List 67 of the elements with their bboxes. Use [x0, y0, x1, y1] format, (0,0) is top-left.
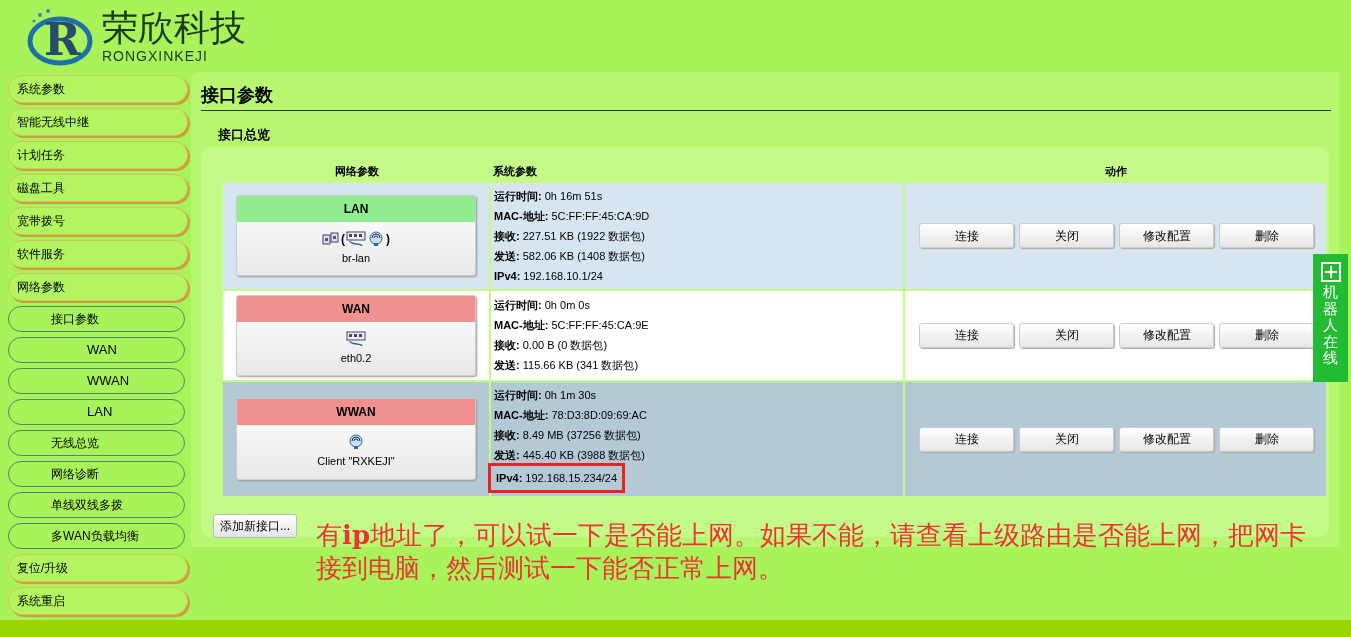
stat-line: MAC-地址: 78:D3:8D:09:69:AC — [494, 408, 647, 423]
stat-line: MAC-地址: 5C:FF:FF:45:CA:9E — [494, 318, 649, 334]
action-button[interactable]: 关闭 — [1019, 322, 1114, 348]
action-button[interactable]: 关闭 — [1019, 426, 1114, 452]
sidebar-item[interactable]: 网络参数 — [8, 273, 188, 301]
action-button[interactable]: 关闭 — [1019, 223, 1114, 248]
annotation-text: 有ip地址了，可以试一下是否能上网。如果不能，请查看上级路由是否能上网，把网卡接到电脑，然后测试一下能否正常上网。 — [316, 518, 1308, 585]
sidebar-item[interactable]: WWAN — [8, 368, 185, 394]
sidebar-item[interactable]: 软件服务 — [8, 240, 188, 268]
stat-line: 运行时间: 0h 0m 0s — [494, 298, 590, 314]
sidebar-item[interactable]: 磁盘工具 — [8, 174, 188, 202]
sidebar-item[interactable]: 宽带拨号 — [8, 207, 188, 235]
sidebar-item[interactable]: 系统重启 — [8, 587, 188, 615]
action-button[interactable]: 连接 — [919, 223, 1014, 248]
device-name: br-lan — [341, 251, 371, 264]
plus-box-icon — [1320, 262, 1341, 282]
logo-letter: R — [44, 14, 81, 65]
interface-name: LAN — [237, 195, 475, 222]
sidebar-item[interactable]: 无线总览 — [8, 430, 185, 456]
column-header: 系统参数 — [493, 165, 537, 178]
device-name: eth0.2 — [340, 351, 372, 364]
sidebar-item[interactable]: 网络诊断 — [8, 461, 185, 487]
stat-line: 发送: 115.66 KB (341 数据包) — [494, 358, 639, 374]
sidebar-item[interactable]: 多WAN负载均衡 — [8, 523, 185, 549]
page-title: 接口参数 — [201, 82, 1331, 111]
stat-line: 运行时间: 0h 16m 51s — [494, 188, 603, 204]
section-title: 接口总览 — [218, 126, 271, 144]
action-button[interactable]: 修改配置 — [1119, 223, 1214, 248]
bracket: ( — [341, 230, 345, 248]
sidebar-item[interactable]: 复位/升级 — [8, 554, 188, 582]
stat-line: 接收: 0.00 B (0 数据包) — [494, 338, 608, 354]
stat-line: 接收: 227.51 KB (1922 数据包) — [494, 228, 645, 244]
stat-line: 发送: 445.40 KB (3988 数据包) — [494, 448, 645, 463]
sidebar-item[interactable]: 系统参数 — [8, 75, 188, 103]
action-button[interactable]: 连接 — [919, 426, 1014, 452]
bracket: ) — [386, 230, 390, 248]
wireless-icon — [347, 434, 365, 451]
sidebar-item[interactable]: 接口参数 — [8, 306, 185, 332]
action-button[interactable]: 删除 — [1219, 322, 1314, 348]
stat-line: 运行时间: 0h 1m 30s — [494, 388, 597, 403]
logo-name: 荣欣科技 — [102, 8, 246, 48]
sidebar-item[interactable]: 智能无线中继 — [8, 108, 188, 136]
column-header: 动作 — [1104, 165, 1127, 178]
interface-name: WWAN — [237, 399, 475, 426]
logo-subtitle: RONGXINKEJI — [102, 48, 209, 64]
sidebar-item[interactable]: LAN — [8, 399, 185, 425]
stat-line: IPv4: 192.168.10.1/24 — [494, 268, 603, 284]
stat-line: MAC-地址: 5C:FF:FF:45:CA:9D — [494, 208, 650, 224]
network-port-icon — [322, 231, 340, 246]
action-button[interactable]: 删除 — [1219, 426, 1314, 452]
wireless-icon — [367, 230, 385, 247]
column-header: 网络参数 — [335, 165, 379, 178]
action-button[interactable]: 修改配置 — [1119, 322, 1214, 348]
action-button[interactable]: 删除 — [1219, 223, 1314, 248]
side-tab-label: 机器人在线 — [1323, 284, 1338, 367]
sidebar-item[interactable]: 计划任务 — [8, 141, 188, 169]
add-interface-button[interactable]: 添加新接口... — [213, 513, 297, 538]
action-button[interactable]: 修改配置 — [1119, 426, 1214, 452]
action-button[interactable]: 连接 — [919, 322, 1014, 348]
network-switch-icon — [346, 230, 366, 247]
stat-line: 接收: 8.49 MB (37256 数据包) — [494, 428, 641, 443]
network-switch-icon — [346, 330, 366, 347]
stat-line: 发送: 582.06 KB (1408 数据包) — [494, 248, 645, 264]
sidebar-item[interactable]: WAN — [8, 337, 185, 363]
device-name: Client "RXKEJI" — [317, 455, 395, 468]
interface-name: WAN — [237, 295, 475, 322]
sidebar-item[interactable]: 单线双线多拨 — [8, 492, 185, 518]
